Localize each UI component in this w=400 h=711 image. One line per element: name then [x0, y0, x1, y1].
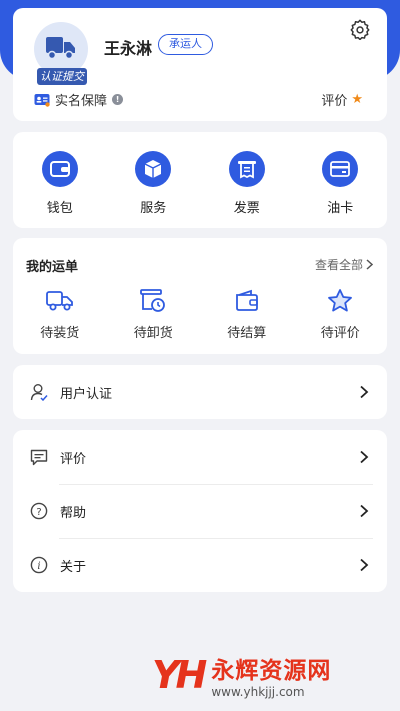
invoice-icon — [228, 151, 265, 187]
chevron-right-icon — [360, 504, 369, 518]
chevron-right-icon — [366, 259, 373, 270]
row-label: 帮助 — [60, 505, 87, 521]
info-icon: i — [30, 556, 48, 574]
user-name: 王永淋 — [104, 39, 153, 58]
quick-actions-card: 钱包 服务 发票 油卡 — [13, 132, 387, 228]
quick-item-label: 钱包 — [46, 201, 73, 216]
order-status-label: 待结算 — [227, 326, 267, 341]
chevron-right-icon — [360, 385, 369, 399]
chevron-right-icon — [360, 558, 369, 572]
order-status-to-unload[interactable]: 待卸货 — [107, 286, 201, 341]
row-label: 评价 — [60, 451, 87, 467]
order-status-label: 待评价 — [320, 326, 360, 341]
rating-link[interactable]: 评价 ★ — [321, 90, 363, 109]
svg-text:i: i — [37, 561, 40, 572]
svg-text:?: ? — [36, 507, 41, 518]
quick-item-service[interactable]: 服务 — [107, 132, 201, 228]
view-all-label: 查看全部 — [314, 258, 363, 272]
quick-item-label: 服务 — [140, 201, 167, 216]
id-card-icon — [34, 93, 50, 107]
order-status-to-settle[interactable]: 待结算 — [200, 286, 294, 341]
realname-label: 实名保障 — [55, 94, 108, 109]
chevron-right-icon — [360, 450, 369, 464]
verify-tag: 认证提交 — [37, 68, 87, 85]
quick-item-label: 油卡 — [327, 201, 354, 216]
help-icon: ? — [30, 502, 48, 520]
order-status-label: 待装货 — [40, 326, 80, 341]
row-label: 用户认证 — [60, 386, 113, 402]
star-icon: ★ — [351, 92, 363, 107]
box-icon — [135, 151, 172, 187]
section-title: 我的运单 — [26, 260, 79, 275]
my-orders-card: 我的运单 查看全部 待装货 待卸货 待结算 待评价 — [13, 238, 387, 354]
star-outline-icon — [325, 286, 355, 316]
view-all-link[interactable]: 查看全部 — [315, 256, 373, 273]
comment-icon — [30, 448, 48, 466]
order-status-to-load[interactable]: 待装货 — [13, 286, 107, 341]
role-badge: 承运人 — [158, 34, 213, 55]
quick-item-invoice[interactable]: 发票 — [200, 132, 294, 228]
menu-row-help[interactable]: ? 帮助 — [13, 484, 387, 538]
menu-card: 评价 ? 帮助 i 关于 — [13, 430, 387, 592]
profile-card: 认证提交 王永淋 承运人 实名保障 ! 评价 ★ — [13, 8, 387, 121]
user-certification-row[interactable]: 用户认证 — [13, 365, 387, 419]
watermark-url: www.yhkjjj.com — [211, 685, 305, 699]
watermark-logo: YH — [152, 653, 207, 697]
menu-row-about[interactable]: i 关于 — [13, 538, 387, 592]
quick-item-wallet[interactable]: 钱包 — [13, 132, 107, 228]
wallet-icon — [41, 151, 78, 187]
menu-row-rating[interactable]: 评价 — [13, 430, 387, 484]
watermark: YH 永辉资源网 www.yhkjjj.com — [152, 651, 331, 699]
order-status-label: 待卸货 — [133, 326, 173, 341]
quick-item-fuel-card[interactable]: 油卡 — [294, 132, 388, 228]
user-check-icon — [30, 383, 48, 401]
unload-clock-icon — [138, 286, 168, 316]
quick-item-label: 发票 — [233, 201, 260, 216]
realname-guarantee[interactable]: 实名保障 ! — [34, 90, 124, 109]
truck-icon — [45, 286, 75, 316]
gear-icon[interactable] — [349, 18, 371, 40]
row-label: 关于 — [60, 559, 87, 575]
watermark-name: 永辉资源网 — [211, 658, 332, 684]
info-icon[interactable]: ! — [112, 94, 124, 105]
wallet-outline-icon — [232, 286, 262, 316]
card-icon — [322, 151, 359, 187]
order-status-to-review[interactable]: 待评价 — [294, 286, 388, 341]
truck-icon — [46, 37, 75, 60]
user-certification-card: 用户认证 — [13, 365, 387, 419]
rating-label: 评价 — [321, 94, 348, 109]
